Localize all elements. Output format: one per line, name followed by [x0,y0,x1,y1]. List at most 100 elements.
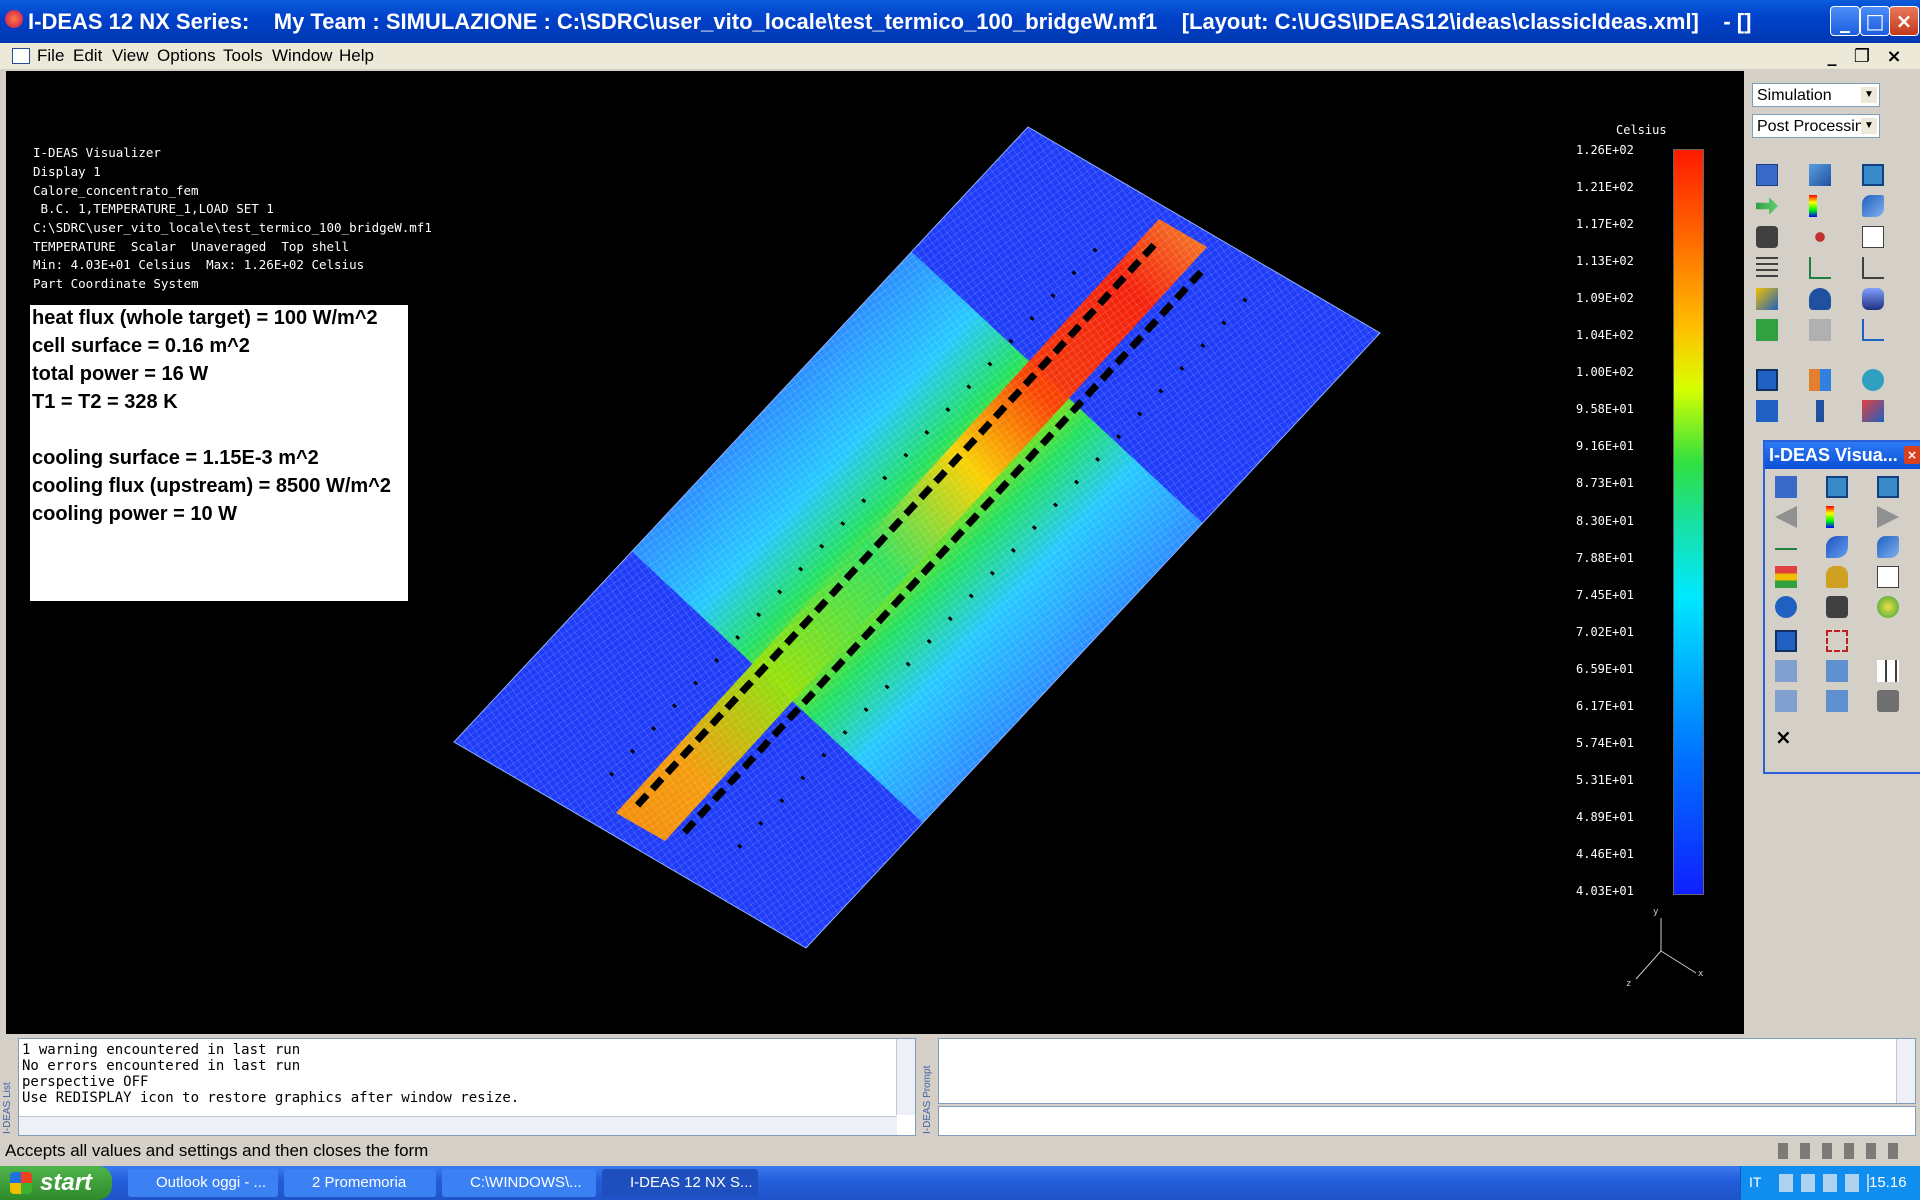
legend-label: 1.17E+02 [1576,217,1634,231]
subtask-dropdown-value: Post Processin [1757,118,1864,135]
mdi-minimize-button[interactable]: _ [1820,46,1844,68]
prompt-history-pane[interactable] [938,1038,1916,1104]
arrow-right-icon[interactable] [1756,195,1778,217]
cube-icon[interactable] [1877,476,1899,498]
redisplay-icon[interactable] [1756,400,1778,422]
report-icon[interactable] [1862,226,1884,248]
prompt-input[interactable] [938,1106,1916,1136]
taskbar-item-ideas[interactable]: I-DEAS 12 NX S... [602,1169,758,1197]
mdi-close-button[interactable]: × [1882,46,1906,68]
document-icon[interactable] [12,48,30,64]
legend-label: 5.74E+01 [1576,736,1634,750]
cancel-x-icon[interactable]: × [1775,726,1797,748]
line-icon[interactable] [1775,536,1797,558]
graph-icon[interactable] [1862,257,1884,279]
xyz-icon[interactable] [1862,319,1884,341]
node-icon[interactable] [1809,226,1831,248]
windows-logo-icon [10,1172,32,1194]
task-dropdown[interactable]: Simulation ▼ [1752,83,1880,107]
layout-icon[interactable] [1809,369,1831,391]
menu-view[interactable]: View [112,46,149,66]
close-button[interactable]: × [1889,6,1919,36]
menu-edit[interactable]: Edit [73,46,102,66]
menu-window[interactable]: Window [272,46,332,66]
legend-label: 1.04E+02 [1576,328,1634,342]
taskbar-item-console[interactable]: C:\WINDOWS\... [442,1169,596,1197]
close-icon[interactable]: × [1904,446,1920,464]
legend-label: 7.45E+01 [1576,588,1634,602]
subtask-dropdown[interactable]: Post Processin ▼ [1752,114,1880,138]
view-z-icon[interactable] [1775,660,1797,682]
graphics-viewport[interactable]: I-DEAS Visualizer Display 1 Calore_conce… [6,71,1744,1034]
display-icon[interactable] [1756,164,1778,186]
query-icon[interactable] [1809,288,1831,310]
list-pane[interactable]: 1 warning encountered in last run No err… [18,1038,916,1136]
chevron-down-icon[interactable]: ▼ [1861,87,1877,103]
prompt-vertical-scrollbar[interactable] [1896,1039,1915,1103]
globe-icon[interactable] [1877,596,1899,618]
options-icon[interactable] [1862,400,1884,422]
chevron-down-icon[interactable]: ▼ [1861,118,1877,134]
zoom-icon[interactable] [1826,630,1848,652]
axis-icon[interactable] [1809,257,1831,279]
language-indicator[interactable]: IT [1749,1174,1761,1190]
color-bar-icon[interactable] [1826,506,1848,528]
monitor-icon[interactable] [1775,630,1797,652]
wave-icon[interactable] [1826,536,1848,558]
view-iso-icon[interactable] [1826,660,1848,682]
surface-icon[interactable] [1862,195,1884,217]
display-icon[interactable] [1775,476,1797,498]
legend-label: 1.21E+02 [1576,180,1634,194]
contour-icon[interactable] [1756,288,1778,310]
list-vertical-scrollbar[interactable] [896,1039,915,1115]
printer-icon[interactable] [1877,690,1899,712]
list-line: perspective OFF [22,1074,149,1090]
maximize-button[interactable]: □ [1860,6,1890,36]
color-bar-icon[interactable] [1809,195,1831,217]
menu-bar: File Edit View Options Tools Window Help… [0,43,1920,69]
legend-label: 7.02E+01 [1576,625,1634,639]
menu-file[interactable]: File [37,46,64,66]
export-icon[interactable] [1756,319,1778,341]
list-icon[interactable] [1756,257,1778,279]
render-icon[interactable] [1862,369,1884,391]
visualizer-panel[interactable]: I-DEAS Visua... × × [1763,440,1920,774]
blend-icon[interactable] [1809,164,1831,186]
taskbar-item-reminders[interactable]: 2 Promemoria [284,1169,436,1197]
cube-icon[interactable] [1826,476,1848,498]
window-title: I-DEAS 12 NX Series: My Team : SIMULAZIO… [28,9,1752,34]
view-controls-icon[interactable] [1778,1143,1908,1159]
info-icon[interactable] [1809,400,1831,422]
view-y-icon[interactable] [1826,690,1848,712]
list-pane-label: I-DEAS List [2,1082,13,1134]
chart-icon[interactable] [1877,566,1899,588]
step-back-icon[interactable] [1775,506,1797,528]
step-forward-icon[interactable] [1877,506,1899,528]
info-icon[interactable] [1775,596,1797,618]
stack-icon[interactable] [1775,566,1797,588]
camera-icon[interactable] [1826,596,1848,618]
fe-contour-plot[interactable] [6,71,1744,1034]
menu-tools[interactable]: Tools [223,46,263,66]
mdi-restore-button[interactable]: ❐ [1850,46,1874,68]
app-icon[interactable] [5,10,23,28]
legend-label: 9.58E+01 [1576,402,1634,416]
list-horizontal-scrollbar[interactable] [19,1116,897,1135]
taskbar-item-outlook[interactable]: Outlook oggi - ... [128,1169,278,1197]
animation-icon[interactable] [1862,288,1884,310]
cube-icon[interactable] [1862,164,1884,186]
menu-help[interactable]: Help [339,46,374,66]
disabled-icon[interactable] [1809,319,1831,341]
view-x-icon[interactable] [1775,690,1797,712]
surface-icon[interactable] [1877,536,1899,558]
menu-options[interactable]: Options [157,46,216,66]
legend-label: 1.13E+02 [1576,254,1634,268]
camera-icon[interactable] [1756,226,1778,248]
minimize-button[interactable]: _ [1830,6,1860,36]
legend-unit: Celsius [1616,123,1667,137]
print-icon[interactable] [1756,369,1778,391]
grid-icon[interactable] [1877,660,1899,682]
tray-icons[interactable] [1779,1174,1869,1192]
car-icon[interactable] [1826,566,1848,588]
window-title-bar[interactable]: I-DEAS 12 NX Series: My Team : SIMULAZIO… [0,0,1920,43]
